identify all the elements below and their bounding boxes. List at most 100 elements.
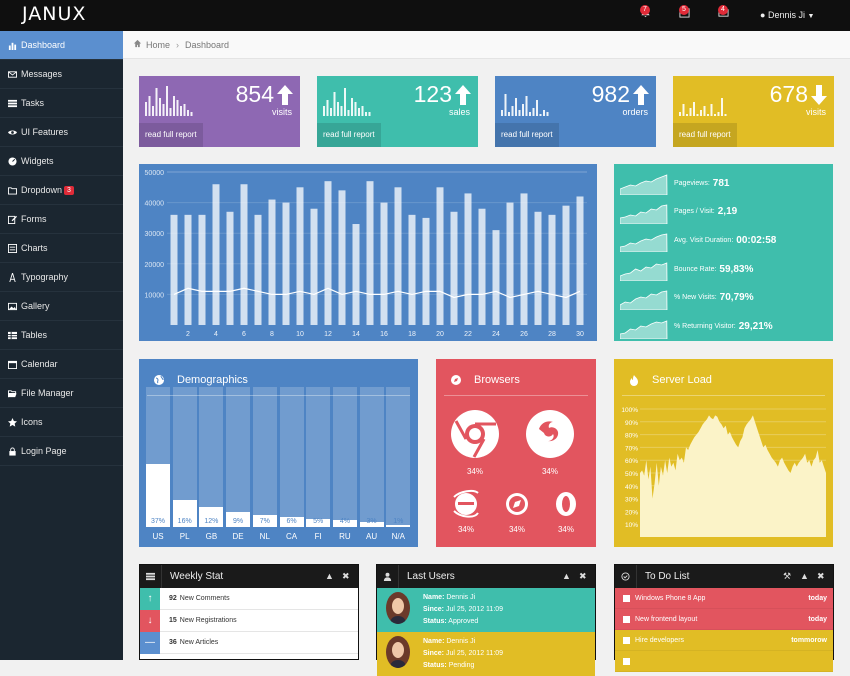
bar: [212, 184, 220, 325]
read-full-report-link[interactable]: read full report: [495, 123, 559, 147]
read-full-report-link[interactable]: read full report: [139, 123, 203, 147]
metric-label: % New Visits:: [674, 294, 717, 302]
arrow-up-icon: [455, 85, 471, 105]
sidebar-item-label: Calendar: [21, 359, 58, 369]
sidebar-item-messages[interactable]: Messages: [0, 60, 123, 89]
user-status-label: Status:: [423, 662, 447, 669]
opera-icon: [556, 492, 576, 516]
x-tick-label: 26: [520, 331, 528, 338]
user-row[interactable]: Name: Dennis Ji Since: Jul 25, 2012 11:09…: [377, 588, 595, 632]
bar: [338, 190, 346, 325]
sidebar-item-icons[interactable]: Icons: [0, 408, 123, 437]
sidebar-item-label: Messages: [21, 69, 63, 79]
collapse-icon[interactable]: ▲: [562, 571, 571, 581]
metric-value: 781: [712, 177, 730, 189]
weekly-stat-icon: ↓: [140, 609, 160, 632]
close-icon[interactable]: ✖: [579, 571, 587, 582]
sidebar-item-widgets[interactable]: Widgets: [0, 147, 123, 176]
y-tick-label: 10%: [625, 522, 638, 529]
read-full-report-link[interactable]: read full report: [673, 123, 737, 147]
stat-value: 982: [591, 81, 630, 107]
sidebar-item-dashboard[interactable]: Dashboard: [0, 31, 123, 60]
y-tick-label: 70%: [625, 445, 638, 452]
spark-bar: [508, 112, 510, 116]
close-icon[interactable]: ✖: [342, 571, 350, 582]
weekly-stat-text: New Registrations: [179, 617, 237, 624]
wrench-icon[interactable]: ⚒: [783, 571, 791, 582]
close-icon[interactable]: ✖: [817, 571, 825, 582]
demographics-bar: 3%: [359, 387, 384, 527]
user-menu[interactable]: ● Dennis Ji ▼: [760, 10, 814, 20]
sidebar-item-tables[interactable]: Tables: [0, 321, 123, 350]
sidebar-item-label: Tasks: [21, 98, 45, 108]
sidebar-item-charts[interactable]: Charts: [0, 234, 123, 263]
todo-checkbox[interactable]: [623, 657, 630, 665]
collapse-icon[interactable]: ▲: [325, 571, 334, 581]
x-tick-label: 10: [296, 331, 304, 338]
sparkline: [679, 98, 727, 116]
folder-icon: [7, 185, 17, 195]
breadcrumb-current: Dashboard: [185, 39, 230, 50]
todo-item[interactable]: [615, 651, 833, 672]
spark-bar: [340, 106, 343, 116]
todo-item[interactable]: New frontend layout today: [615, 609, 833, 630]
spark-bar: [323, 106, 325, 116]
x-tick-label: 20: [436, 331, 444, 338]
avatar: [386, 592, 410, 624]
sidebar-item-forms[interactable]: Forms: [0, 205, 123, 234]
sidebar-item-dropdown[interactable]: Dropdown 3: [0, 176, 123, 205]
spark-bar: [326, 100, 329, 116]
todo-item[interactable]: Hire developers tommorow: [615, 630, 833, 651]
stat-card-2: 123 sales read full report: [317, 76, 478, 147]
sidebar-item-tasks[interactable]: Tasks: [0, 89, 123, 118]
sidebar-item-gallery[interactable]: Gallery: [0, 292, 123, 321]
x-tick-label: 6: [242, 331, 246, 338]
collapse-icon[interactable]: ▲: [800, 571, 809, 581]
todo-item[interactable]: Windows Phone 8 App today: [615, 588, 833, 609]
user-name: Dennis Ji: [446, 638, 476, 645]
country-label: PL: [179, 532, 190, 541]
tasks-button[interactable]: 5: [679, 5, 695, 23]
todo-checkbox[interactable]: [623, 615, 630, 623]
stat-label: sales: [448, 107, 470, 117]
metric-label: Avg. Visit Duration:: [674, 236, 734, 244]
bar: [548, 214, 556, 325]
weekly-stat-icon: —: [140, 631, 160, 654]
spark-bar: [166, 86, 168, 116]
spark-bar: [515, 98, 517, 116]
globe-icon: [154, 375, 164, 385]
arrow-up-icon: [277, 85, 293, 105]
y-tick-label: 50%: [625, 471, 638, 478]
sidebar-item-typography[interactable]: Typography: [0, 263, 123, 292]
weekly-stat-text: New Articles: [179, 639, 219, 646]
user-row[interactable]: Name: Dennis Ji Since: Jul 25, 2012 11:09…: [377, 632, 595, 676]
breadcrumb-home[interactable]: Home: [146, 40, 170, 50]
bar: [380, 202, 388, 325]
sidebar-item-calendar[interactable]: Calendar: [0, 350, 123, 379]
todo-checkbox[interactable]: [623, 636, 630, 644]
sidebar-item-label: Dropdown: [21, 185, 63, 195]
sidebar-item-label: Tables: [21, 330, 48, 340]
sidebar-item-login-page[interactable]: Login Page: [0, 437, 123, 466]
sidebar-item-file-manager[interactable]: File Manager: [0, 379, 123, 408]
spark-bar: [145, 102, 147, 116]
spark-bar: [703, 106, 706, 116]
read-full-report-link[interactable]: read full report: [317, 123, 381, 147]
server-load-panel: Server Load 100% 90% 80% 70% 60% 50% 40% 30% 20%…: [614, 359, 833, 547]
sidebar-item-label: Icons: [21, 417, 43, 427]
font-icon: [7, 272, 17, 282]
metric-sparkline: [620, 290, 668, 310]
spark-bar: [529, 112, 531, 116]
todo-checkbox[interactable]: [623, 594, 630, 602]
brand-logo[interactable]: JANUX: [22, 3, 86, 25]
notifications-button[interactable]: 7: [640, 5, 656, 23]
stat-label: visits: [806, 107, 826, 117]
messages-button[interactable]: 4: [718, 5, 734, 23]
sidebar-item-label: Login Page: [21, 446, 67, 456]
x-tick-label: 30: [576, 331, 584, 338]
metric-value: 29,21%: [738, 321, 773, 332]
x-tick-label: 4: [214, 331, 218, 338]
y-tick-label: 40%: [625, 484, 638, 491]
sidebar-item-ui-features[interactable]: UI Features: [0, 118, 123, 147]
spark-bar: [679, 112, 681, 116]
